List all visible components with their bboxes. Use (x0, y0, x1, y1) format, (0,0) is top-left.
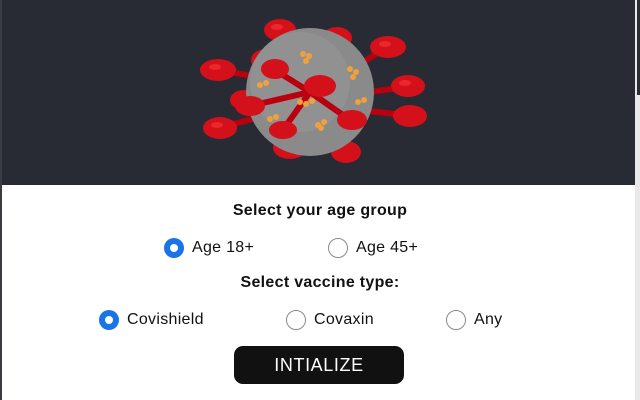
covaxin-option[interactable]: Covaxin (286, 310, 374, 330)
covishield-label: Covishield (127, 311, 204, 328)
any-label: Any (474, 311, 503, 328)
any-option[interactable]: Any (446, 310, 502, 330)
vaccine-type-title: Select vaccine type: (240, 274, 400, 291)
covaxin-label: Covaxin (314, 311, 374, 328)
age-18-label: Age 18+ (192, 239, 255, 256)
any-radio[interactable] (446, 310, 466, 330)
age-45-radio[interactable] (328, 238, 348, 258)
covishield-option[interactable]: Covishield (99, 310, 204, 330)
covishield-radio[interactable] (99, 310, 119, 330)
age-45-label: Age 45+ (356, 239, 419, 256)
covaxin-radio[interactable] (286, 310, 306, 330)
age-45-option[interactable]: Age 45+ (328, 238, 418, 258)
age-18-radio[interactable] (164, 238, 184, 258)
age-group-title: Select your age group (232, 202, 408, 219)
initialize-button[interactable]: INTIALIZE (234, 346, 404, 384)
extension-popup: Select your age group Age 18+ Age 45+ Se… (0, 0, 640, 400)
age-18-option[interactable]: Age 18+ (164, 238, 254, 258)
coronavirus-icon (200, 19, 427, 163)
